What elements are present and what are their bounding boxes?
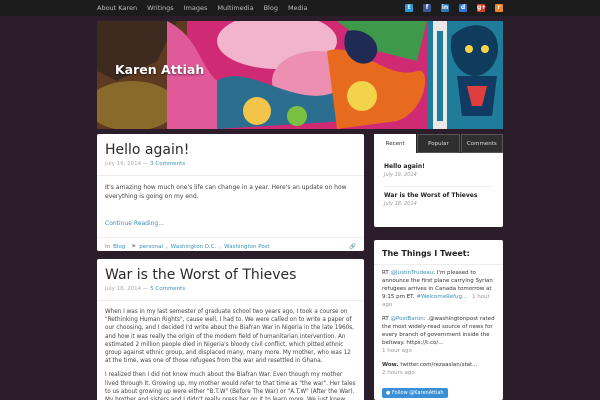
recent-post-date: July 19, 2014 xyxy=(384,172,417,178)
tweet-hashtag-link[interactable]: #WelcomeRefug... xyxy=(416,294,467,300)
post-paragraph: When I was in my last semester of gradua… xyxy=(105,309,354,365)
header-banner[interactable]: Karen Attiah xyxy=(97,21,503,129)
social-links: t f in d g+ r xyxy=(405,4,503,12)
link-icon[interactable]: 🔗 xyxy=(349,244,356,250)
post-date: July 18, 2014 xyxy=(105,286,142,292)
top-navigation: About Karen Writings Images Multimedia B… xyxy=(0,0,600,16)
tweet-text[interactable]: twitter.com/rezaaslan/stat... xyxy=(400,362,477,368)
tag-separator: , xyxy=(165,244,168,250)
post-footer: In Blog ⚑ personal , Washington D.C. , W… xyxy=(97,237,364,256)
menu-item-multimedia[interactable]: Multimedia xyxy=(217,0,253,16)
main-menu: About Karen Writings Images Multimedia B… xyxy=(97,0,307,16)
category-prefix: In xyxy=(105,244,111,250)
menu-item-blog[interactable]: Blog xyxy=(264,0,278,16)
follow-label: Follow @KarenAttiah xyxy=(391,390,444,396)
site-title[interactable]: Karen Attiah xyxy=(115,62,204,77)
tweet-user-link[interactable]: @PostBaron xyxy=(391,316,424,322)
tweet: Wow. twitter.com/rezaaslan/stat... 2 hou… xyxy=(374,357,503,379)
tweet-user-link[interactable]: @JustinTrudeau xyxy=(391,270,434,276)
tweet-prefix: RT xyxy=(382,270,391,276)
twitter-bird-icon: ● xyxy=(386,390,391,396)
tag-link[interactable]: Washington D.C. xyxy=(171,244,217,250)
tweet-time[interactable]: 2 hours ago xyxy=(382,369,495,377)
twitter-icon[interactable]: t xyxy=(405,4,413,12)
delicious-icon[interactable]: d xyxy=(459,4,467,12)
tag-separator: , xyxy=(219,244,222,250)
tweet-time[interactable]: 1 hour ago xyxy=(382,347,495,355)
tab-recent[interactable]: Recent xyxy=(374,134,417,153)
tag-icon: ⚑ xyxy=(131,244,137,250)
list-item[interactable]: War is the Worst of Thieves July 18, 201… xyxy=(374,187,503,211)
tabs-widget: Recent Popular Comments Hello again! Jul… xyxy=(374,134,503,227)
post-title[interactable]: Hello again! xyxy=(105,142,356,158)
post-card: War is the Worst of Thieves July 18, 201… xyxy=(97,259,364,400)
tag-link[interactable]: personal xyxy=(139,244,163,250)
menu-item-writings[interactable]: Writings xyxy=(147,0,174,16)
post-title[interactable]: War is the Worst of Thieves xyxy=(105,267,356,283)
list-item[interactable]: Hello again! July 19, 2014 xyxy=(374,158,503,182)
continue-reading-link[interactable]: Continue Reading... xyxy=(105,220,164,227)
widget-title: The Things I Tweet: xyxy=(374,240,503,265)
tab-comments[interactable]: Comments xyxy=(460,134,503,153)
tweet-prefix: RT xyxy=(382,316,391,322)
category-link[interactable]: Blog xyxy=(113,244,125,250)
facebook-icon[interactable]: f xyxy=(423,4,431,12)
tweet: RT @PostBaron: .@washingtonpost rated th… xyxy=(374,311,503,357)
post-comments-link[interactable]: 3 Comments xyxy=(150,161,185,167)
post-comments-link[interactable]: 5 Comments xyxy=(150,286,185,292)
twitter-widget: The Things I Tweet: RT @JustinTrudeau: I… xyxy=(374,240,503,400)
widget-tabs: Recent Popular Comments xyxy=(374,134,503,153)
tag-link[interactable]: Washington Post xyxy=(224,244,270,250)
post-date: July 19, 2014 xyxy=(105,161,142,167)
post-excerpt: It's amazing how much one's life can cha… xyxy=(105,184,347,200)
post-paragraph: I realized then I did not know much abou… xyxy=(105,372,356,400)
tweet: RT @JustinTrudeau: I'm pleased to announ… xyxy=(374,265,503,311)
linkedin-icon[interactable]: in xyxy=(441,4,449,12)
recent-post-title[interactable]: War is the Worst of Thieves xyxy=(384,192,493,199)
follow-button[interactable]: ● Follow @KarenAttiah xyxy=(382,388,448,398)
tab-popular[interactable]: Popular xyxy=(417,134,460,153)
rss-icon[interactable]: r xyxy=(495,4,503,12)
post-meta: July 19, 2014 — 3 Comments xyxy=(105,161,356,167)
tweet-prefix: Wow. xyxy=(382,362,401,368)
google-plus-icon[interactable]: g+ xyxy=(477,4,486,12)
menu-item-about[interactable]: About Karen xyxy=(97,0,137,16)
menu-item-media[interactable]: Media xyxy=(288,0,308,16)
post-meta: July 18, 2014 — 5 Comments xyxy=(105,286,356,292)
recent-post-date: July 18, 2014 xyxy=(384,201,417,207)
post-card: Hello again! July 19, 2014 — 3 Comments … xyxy=(97,134,364,251)
menu-item-images[interactable]: Images xyxy=(184,0,208,16)
recent-post-title[interactable]: Hello again! xyxy=(384,163,493,170)
